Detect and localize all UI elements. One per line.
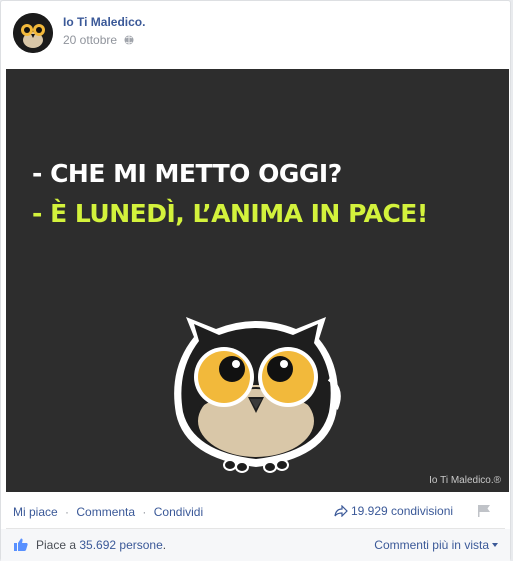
likes-count-link[interactable]: 35.692 persone <box>79 538 162 552</box>
comments-sort-label: Commenti più in vista <box>374 538 489 552</box>
shares-count-text: 19.929 condivisioni <box>351 504 454 518</box>
post-meta: 20 ottobre <box>63 33 134 47</box>
comment-link[interactable]: Commenta <box>76 505 135 519</box>
share-arrow-icon <box>334 505 348 517</box>
post-date[interactable]: 20 ottobre <box>63 33 117 47</box>
globe-icon[interactable] <box>124 35 134 45</box>
flag-icon[interactable] <box>477 504 491 517</box>
page-avatar[interactable] <box>13 13 53 53</box>
likes-bar: Piace a 35.692 persone. Commenti più in … <box>1 529 510 561</box>
likes-summary: Piace a 35.692 persone. <box>36 538 166 552</box>
likes-prefix: Piace a <box>36 538 77 552</box>
page-name-link[interactable]: Io Ti Maledico. <box>63 15 145 29</box>
thumbs-up-icon <box>14 538 28 551</box>
post-card: Io Ti Maledico. 20 ottobre - CHE MI METT… <box>0 0 511 561</box>
image-watermark: Io Ti Maledico.® <box>429 475 501 486</box>
action-separator: · <box>142 505 147 519</box>
post-actions: Mi piace · Commenta · Condividi <box>13 505 203 519</box>
caption-line-1: - CHE MI METTO OGGI? <box>32 159 342 188</box>
shares-count-link[interactable]: 19.929 condivisioni <box>334 504 453 518</box>
share-link[interactable]: Condividi <box>154 505 203 519</box>
like-link[interactable]: Mi piace <box>13 505 58 519</box>
owl-illustration <box>174 317 341 473</box>
caret-down-icon <box>492 543 498 547</box>
caption-line-2: - È LUNEDÌ, L’ANIMA IN PACE! <box>32 199 428 228</box>
action-separator: · <box>65 505 70 519</box>
likes-suffix: . <box>162 538 167 552</box>
owl-avatar-icon <box>13 13 53 53</box>
comments-sort-dropdown[interactable]: Commenti più in vista <box>374 538 498 552</box>
post-image[interactable]: - CHE MI METTO OGGI? - È LUNEDÌ, L’ANIMA… <box>6 69 509 492</box>
